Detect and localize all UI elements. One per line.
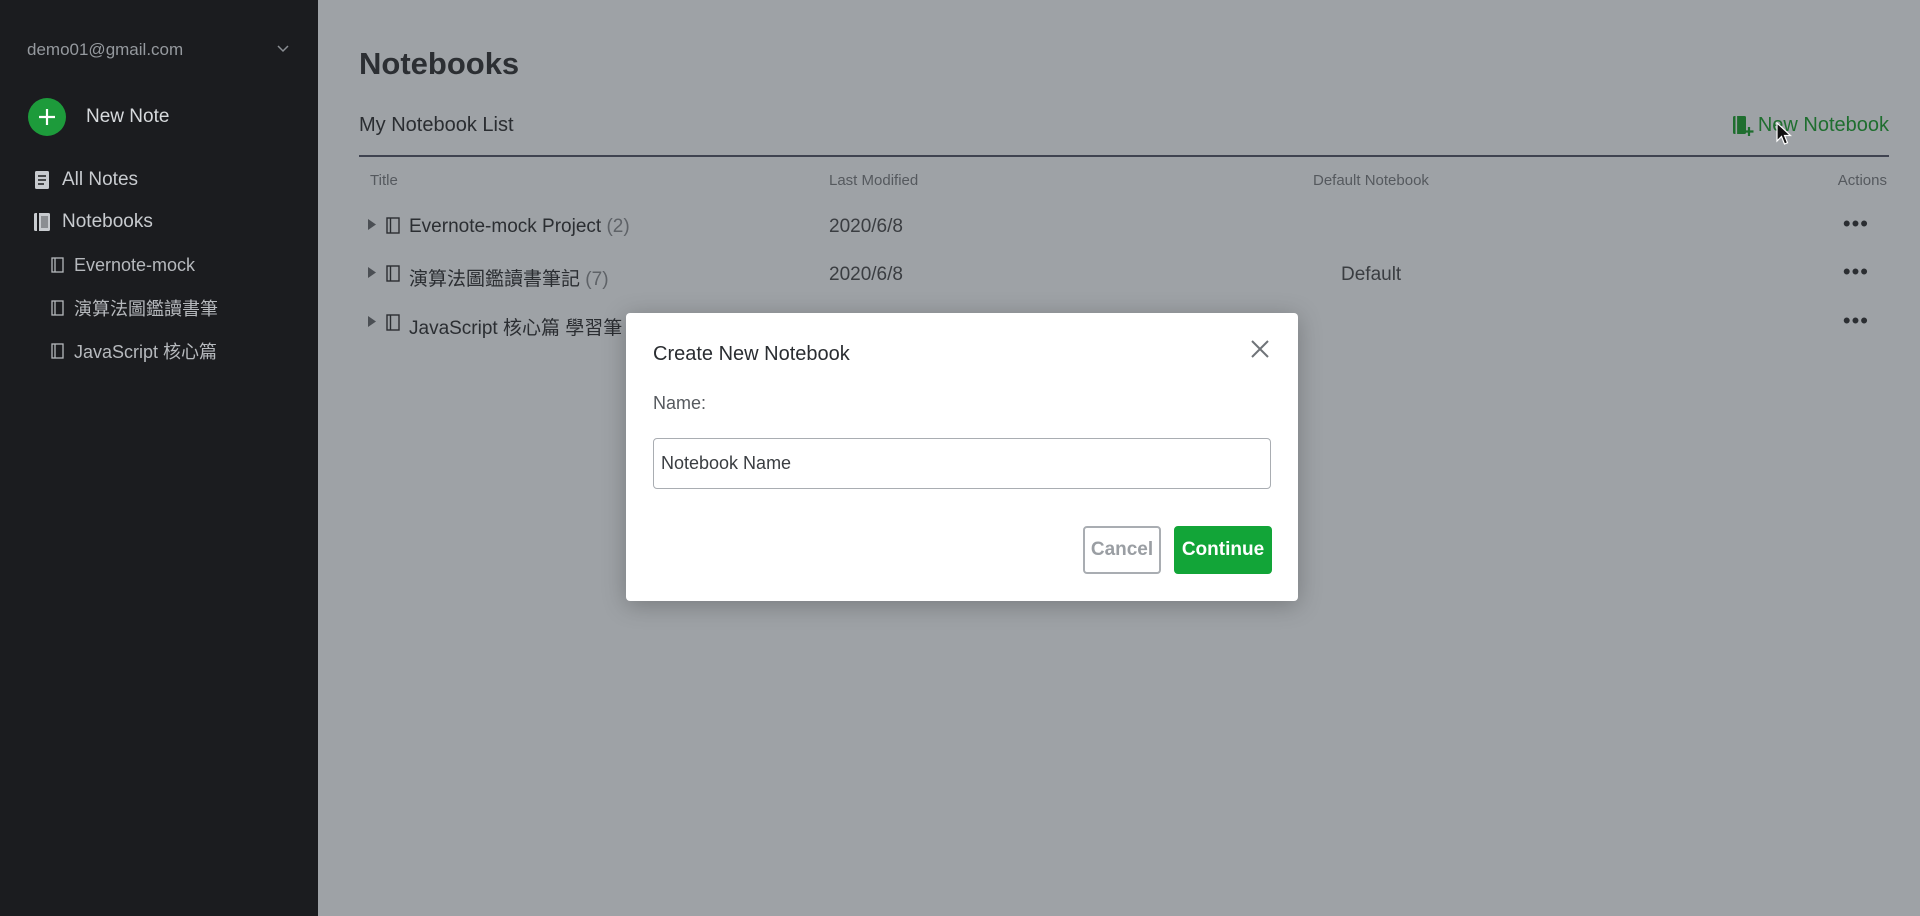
notebook-outline-icon — [386, 217, 400, 239]
note-icon — [32, 170, 52, 190]
chevron-down-icon — [277, 44, 289, 56]
notebook-title-text: Evernote-mock Project — [409, 216, 602, 237]
close-button[interactable] — [1248, 339, 1272, 363]
sidebar-notebook-label: 演算法圖鑑讀書筆 — [74, 299, 218, 319]
notebook-title[interactable]: JavaScript 核心篇 學習筆 — [409, 313, 622, 340]
note-count: (7) — [585, 269, 609, 290]
account-switcher[interactable]: demo01@gmail.com — [27, 38, 297, 62]
continue-button[interactable]: Continue — [1174, 526, 1272, 574]
caret-right-icon[interactable] — [368, 219, 376, 233]
new-notebook-button[interactable]: New Notebook — [1732, 114, 1889, 137]
create-notebook-dialog: Create New Notebook Name: Cancel Continu… — [626, 313, 1298, 601]
close-icon — [1251, 339, 1269, 363]
column-last-modified[interactable]: Last Modified — [829, 172, 918, 189]
new-note-label: New Note — [86, 106, 170, 127]
notebook-title-text: JavaScript 核心篇 學習筆 — [409, 318, 623, 339]
sidebar-notebook-javascript[interactable]: JavaScript 核心篇 — [50, 337, 217, 365]
plus-circle-icon — [28, 98, 66, 136]
caret-right-icon[interactable] — [368, 267, 376, 281]
notebook-name-input[interactable] — [653, 438, 1271, 489]
notebook-title[interactable]: Evernote-mock Project (2) — [409, 216, 630, 238]
notebook-outline-icon — [50, 300, 64, 316]
column-actions: Actions — [1837, 172, 1887, 189]
sidebar-item-label: Notebooks — [62, 211, 153, 232]
more-horizontal-icon[interactable]: ••• — [1843, 308, 1869, 334]
cancel-button[interactable]: Cancel — [1083, 526, 1161, 574]
last-modified: 2020/6/8 — [829, 264, 903, 285]
notebook-plus-icon — [1732, 115, 1754, 137]
sidebar-notebook-label: Evernote-mock — [74, 254, 196, 275]
column-title[interactable]: Title — [370, 172, 398, 189]
new-note-button[interactable]: New Note — [28, 98, 169, 136]
notebook-title-text: 演算法圖鑑讀書筆記 — [409, 269, 581, 290]
default-notebook: Default — [1341, 264, 1402, 285]
more-horizontal-icon[interactable]: ••• — [1843, 211, 1869, 237]
sidebar: demo01@gmail.com New Note All Notes Note… — [0, 0, 318, 916]
sidebar-notebook-algorithm[interactable]: 演算法圖鑑讀書筆 — [50, 294, 218, 322]
column-default-notebook: Default Notebook — [1313, 172, 1429, 189]
sidebar-notebook-evernote-mock[interactable]: Evernote-mock — [50, 251, 195, 279]
account-email: demo01@gmail.com — [27, 40, 184, 59]
notebook-outline-icon — [386, 265, 400, 287]
sidebar-item-all-notes[interactable]: All Notes — [32, 166, 138, 194]
list-title: My Notebook List — [359, 114, 514, 136]
sidebar-item-label: All Notes — [62, 169, 139, 190]
dialog-title: Create New Notebook — [653, 343, 850, 365]
name-label: Name: — [653, 393, 707, 413]
notebook-icon — [32, 212, 52, 232]
mouse-cursor-icon — [1776, 121, 1793, 151]
caret-right-icon[interactable] — [368, 316, 376, 330]
notebook-outline-icon — [386, 314, 400, 336]
table-row[interactable]: Evernote-mock Project (2) 2020/6/8 ••• — [359, 207, 1889, 247]
last-modified: 2020/6/8 — [829, 216, 903, 237]
sidebar-item-notebooks[interactable]: Notebooks — [32, 208, 153, 236]
notebook-outline-icon — [50, 257, 64, 273]
notebook-title[interactable]: 演算法圖鑑讀書筆記 (7) — [409, 264, 609, 291]
sidebar-notebook-label: JavaScript 核心篇 — [74, 342, 218, 362]
table-row[interactable]: 演算法圖鑑讀書筆記 (7) 2020/6/8 Default ••• — [359, 255, 1889, 295]
note-count: (2) — [606, 216, 630, 237]
list-divider — [359, 155, 1889, 157]
notebook-outline-icon — [50, 343, 64, 359]
page-title: Notebooks — [359, 46, 520, 81]
more-horizontal-icon[interactable]: ••• — [1843, 259, 1869, 285]
